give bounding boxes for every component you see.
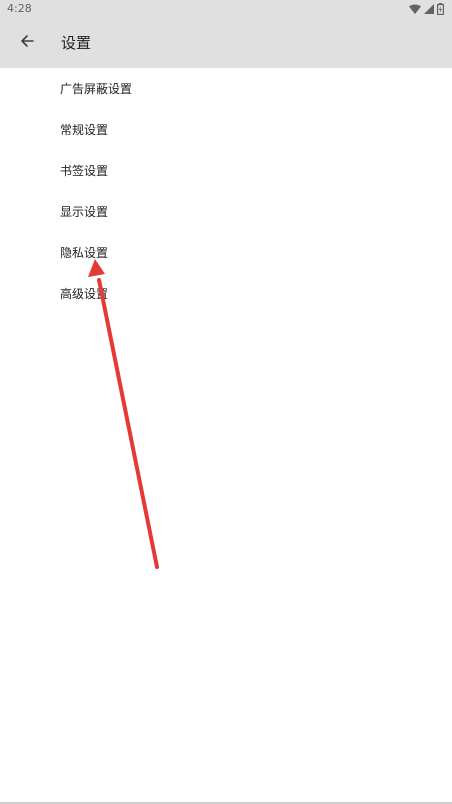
settings-item-general[interactable]: 常规设置 xyxy=(0,109,452,150)
wifi-icon xyxy=(409,4,421,14)
signal-icon xyxy=(424,4,434,14)
settings-item-label: 显示设置 xyxy=(60,205,109,219)
settings-item-label: 书签设置 xyxy=(60,164,109,178)
settings-item-bookmarks[interactable]: 书签设置 xyxy=(0,150,452,191)
battery-icon xyxy=(437,3,444,15)
settings-item-label: 高级设置 xyxy=(60,287,109,301)
page-title: 设置 xyxy=(61,34,92,52)
settings-item-ad-block[interactable]: 广告屏蔽设置 xyxy=(0,68,452,109)
settings-item-label: 常规设置 xyxy=(60,123,109,137)
app-bar: 设置 xyxy=(0,18,452,68)
settings-list: 广告屏蔽设置 常规设置 书签设置 显示设置 隐私设置 高级设置 xyxy=(0,68,452,314)
status-time: 4:28 xyxy=(7,2,32,15)
settings-item-label: 广告屏蔽设置 xyxy=(60,82,133,96)
annotation-arrow-shaft xyxy=(97,278,159,569)
status-bar: 4:28 xyxy=(0,0,452,18)
settings-item-advanced[interactable]: 高级设置 xyxy=(0,273,452,314)
settings-item-label: 隐私设置 xyxy=(60,246,109,260)
settings-item-display[interactable]: 显示设置 xyxy=(0,191,452,232)
settings-item-privacy[interactable]: 隐私设置 xyxy=(0,232,452,273)
back-button[interactable] xyxy=(13,29,41,57)
status-icons xyxy=(409,2,444,16)
arrow-left-icon xyxy=(19,33,35,53)
